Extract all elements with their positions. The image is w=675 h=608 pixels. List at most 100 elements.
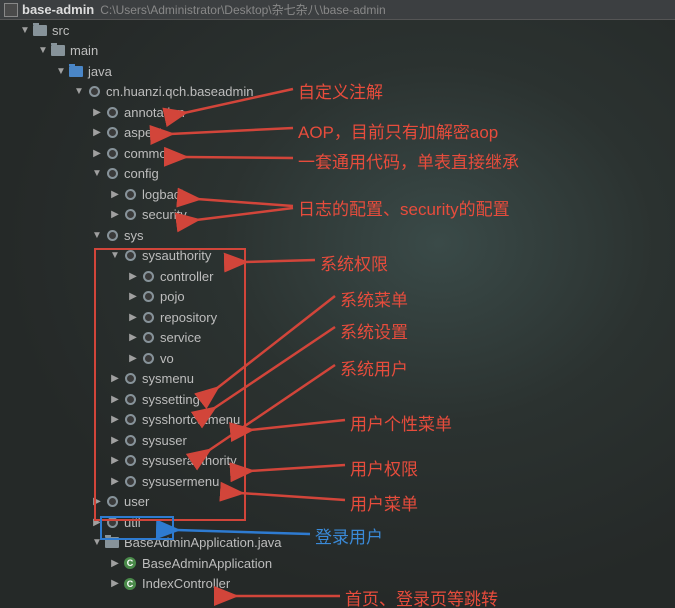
- package-icon: [140, 331, 156, 345]
- arrow-right-icon[interactable]: ▶: [108, 189, 122, 200]
- arrow-right-icon[interactable]: ▶: [108, 455, 122, 466]
- tree-row[interactable]: ▶ vo: [0, 348, 380, 369]
- project-icon: [4, 3, 18, 17]
- package-icon: [122, 454, 138, 468]
- package-icon: [122, 208, 138, 222]
- arrow-down-icon[interactable]: ▼: [72, 86, 86, 97]
- tree-label: common: [124, 146, 174, 161]
- tree-label: service: [160, 330, 201, 345]
- package-icon: [122, 413, 138, 427]
- package-icon: [104, 167, 120, 181]
- tree-label: vo: [160, 351, 174, 366]
- tree-label: BaseAdminApplication.java: [124, 535, 282, 550]
- arrow-down-icon[interactable]: ▼: [90, 230, 104, 241]
- source-folder-icon: [68, 64, 84, 78]
- arrow-down-icon[interactable]: ▼: [108, 250, 122, 261]
- tree-label: repository: [160, 310, 217, 325]
- arrow-right-icon[interactable]: ▶: [108, 435, 122, 446]
- arrow-right-icon[interactable]: ▶: [108, 394, 122, 405]
- package-icon: [122, 433, 138, 447]
- arrow-down-icon[interactable]: ▼: [90, 168, 104, 179]
- tree-row[interactable]: ▶ sysuserauthority: [0, 451, 380, 472]
- arrow-down-icon[interactable]: ▼: [90, 537, 104, 548]
- annotation-label: 登录用户: [315, 523, 383, 548]
- tree-row[interactable]: ▶ sysmenu: [0, 369, 380, 390]
- folder-icon: [32, 23, 48, 37]
- annotation-label: 系统权限: [320, 250, 388, 275]
- annotation-label: 首页、登录页等跳转: [345, 585, 498, 608]
- tree-row[interactable]: ▶ repository: [0, 307, 380, 328]
- tree-label: config: [124, 166, 159, 181]
- arrow-right-icon[interactable]: ▶: [126, 312, 140, 323]
- package-icon: [104, 105, 120, 119]
- class-icon: C: [122, 556, 138, 570]
- tree-row[interactable]: ▶ sysusermenu: [0, 471, 380, 492]
- arrow-down-icon[interactable]: ▼: [18, 25, 32, 36]
- project-tree[interactable]: ▼src▼main▼java▼cn.huanzi.qch.baseadmin▶a…: [0, 20, 380, 594]
- tree-label: BaseAdminApplication: [142, 556, 272, 571]
- arrow-right-icon[interactable]: ▶: [90, 496, 104, 507]
- tree-label: sysmenu: [142, 371, 194, 386]
- package-icon: [86, 85, 102, 99]
- annotation-label: 用户菜单: [350, 490, 418, 515]
- annotation-label: 系统设置: [340, 318, 408, 343]
- arrow-down-icon[interactable]: ▼: [54, 66, 68, 77]
- arrow-right-icon[interactable]: ▶: [126, 291, 140, 302]
- package-icon: [140, 310, 156, 324]
- tree-label: annotation: [124, 105, 185, 120]
- tree-label: user: [124, 494, 149, 509]
- tree-label: logback: [142, 187, 187, 202]
- java-file-icon: [104, 536, 120, 550]
- annotation-label: 系统用户: [340, 355, 408, 380]
- package-icon: [140, 290, 156, 304]
- package-icon: [122, 187, 138, 201]
- class-icon: C: [122, 577, 138, 591]
- arrow-right-icon[interactable]: ▶: [108, 578, 122, 589]
- arrow-right-icon[interactable]: ▶: [90, 148, 104, 159]
- tree-row[interactable]: ▶ service: [0, 328, 380, 349]
- package-icon: [104, 146, 120, 160]
- annotation-label: 用户权限: [350, 455, 418, 480]
- tree-label: aspect: [124, 125, 162, 140]
- folder-icon: [50, 44, 66, 58]
- package-icon: [140, 351, 156, 365]
- arrow-right-icon[interactable]: ▶: [126, 271, 140, 282]
- tree-label: sysuser: [142, 433, 187, 448]
- tree-label: sys: [124, 228, 144, 243]
- annotation-label: 用户个性菜单: [350, 410, 452, 435]
- tree-row[interactable]: ▶syssetting: [0, 389, 380, 410]
- tree-label: java: [88, 64, 112, 79]
- tree-label: IndexController: [142, 576, 230, 591]
- tree-label: sysuserauthority: [142, 453, 237, 468]
- package-icon: [122, 249, 138, 263]
- arrow-right-icon[interactable]: ▶: [108, 373, 122, 384]
- arrow-right-icon[interactable]: ▶: [126, 332, 140, 343]
- tree-row[interactable]: ▶ sysuser: [0, 430, 380, 451]
- tree-row[interactable]: ▶ sysshortcutmenu: [0, 410, 380, 431]
- arrow-right-icon[interactable]: ▶: [108, 558, 122, 569]
- arrow-right-icon[interactable]: ▶: [108, 209, 122, 220]
- package-icon: [104, 126, 120, 140]
- tree-label: controller: [160, 269, 213, 284]
- tree-row[interactable]: ▶C BaseAdminApplication: [0, 553, 380, 574]
- project-header: base-admin C:\Users\Administrator\Deskto…: [0, 0, 675, 20]
- arrow-right-icon[interactable]: ▶: [108, 414, 122, 425]
- tree-row[interactable]: ▶pojo: [0, 287, 380, 308]
- tree-label: sysusermenu: [142, 474, 219, 489]
- tree-label: sysshortcutmenu: [142, 412, 240, 427]
- tree-row[interactable]: ▶ user: [0, 492, 380, 513]
- arrow-right-icon[interactable]: ▶: [108, 476, 122, 487]
- tree-label: security: [142, 207, 187, 222]
- arrow-down-icon[interactable]: ▼: [36, 45, 50, 56]
- arrow-right-icon[interactable]: ▶: [90, 517, 104, 528]
- tree-row[interactable]: ▶C IndexController: [0, 574, 380, 595]
- tree-row[interactable]: ▼ sys: [0, 225, 380, 246]
- arrow-right-icon[interactable]: ▶: [126, 353, 140, 364]
- tree-label: src: [52, 23, 69, 38]
- tree-row[interactable]: ▼ src: [0, 20, 380, 41]
- tree-row[interactable]: ▼main: [0, 41, 380, 62]
- arrow-right-icon[interactable]: ▶: [90, 107, 104, 118]
- tree-label: util: [124, 515, 141, 530]
- package-icon: [122, 474, 138, 488]
- arrow-right-icon[interactable]: ▶: [90, 127, 104, 138]
